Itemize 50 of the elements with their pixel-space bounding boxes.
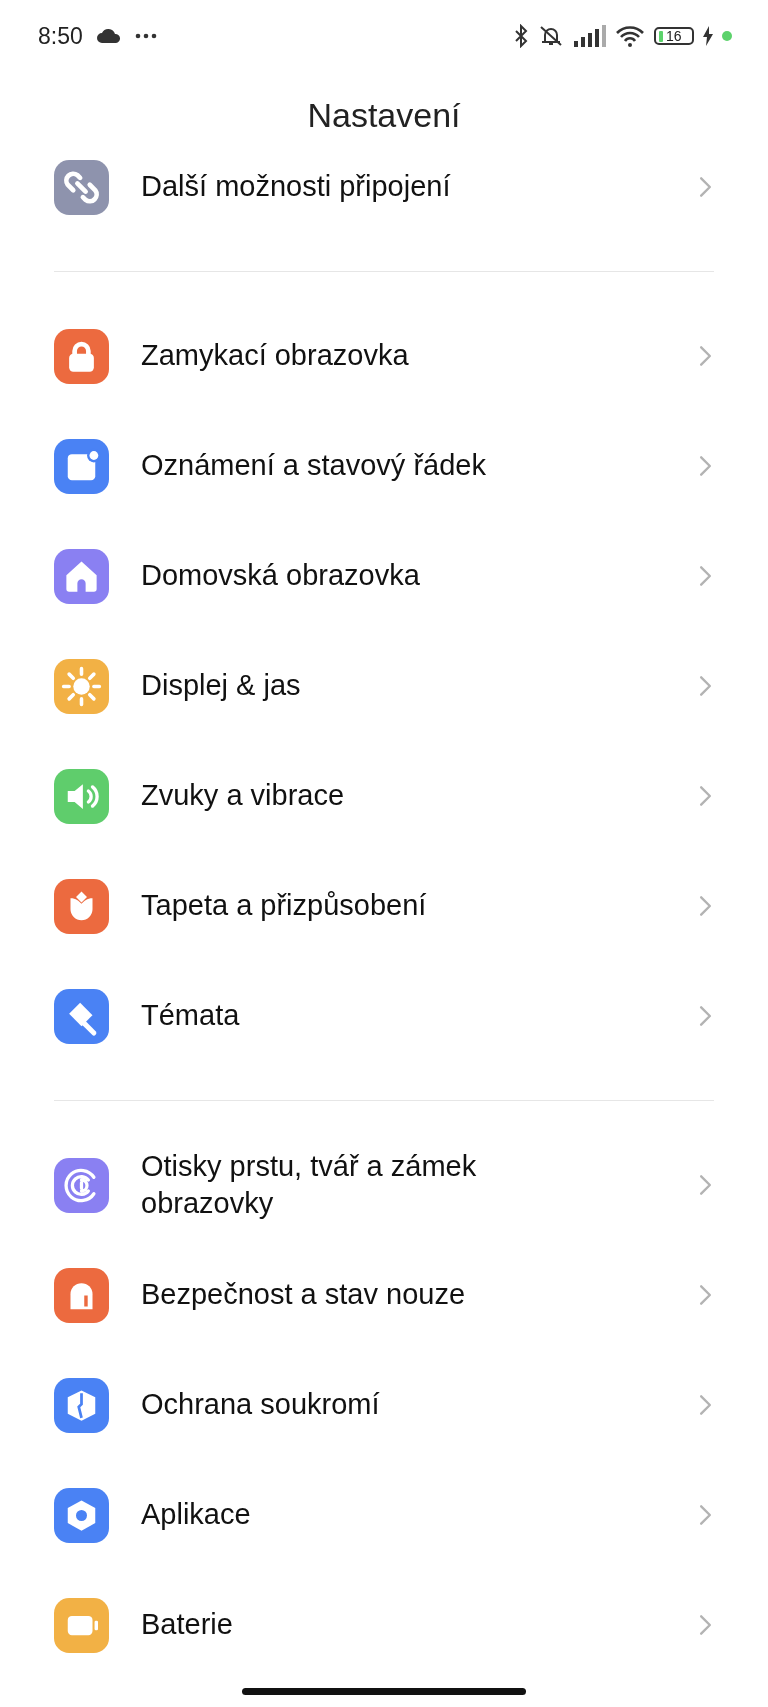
bluetooth-icon xyxy=(514,24,528,48)
item-label: Aplikace xyxy=(140,1497,252,1533)
item-label: Další možnosti připojení xyxy=(140,169,452,205)
chevron-icon xyxy=(699,1394,712,1416)
item-label: Zvuky a vibrace xyxy=(140,778,346,814)
settings-item[interactable]: Další možnosti připojení xyxy=(0,160,768,242)
chevron-icon xyxy=(699,176,712,198)
item-label: Domovská obrazovka xyxy=(140,558,421,594)
item-label: Ochrana soukromí xyxy=(140,1387,381,1423)
more-icon xyxy=(134,33,157,39)
settings-item[interactable]: Témata xyxy=(0,961,768,1071)
settings-item[interactable]: Zvuky a vibrace xyxy=(0,741,768,851)
item-label: Baterie xyxy=(140,1607,234,1643)
settings-item[interactable]: Displej & jas xyxy=(0,631,768,741)
status-dot-icon xyxy=(722,31,732,41)
settings-item[interactable]: Bezpečnost a stav nouze xyxy=(0,1240,768,1350)
battery-indicator: 16 xyxy=(654,27,694,45)
settings-item[interactable]: Otisky prstu, tvář a zámek obrazovky xyxy=(0,1130,768,1240)
item-label: Oznámení a stavový řádek xyxy=(140,448,487,484)
settings-item[interactable]: Zamykací obrazovka xyxy=(0,301,768,411)
settings-item[interactable]: Aplikace xyxy=(0,1460,768,1570)
item-label: Otisky prstu, tvář a zámek obrazovky xyxy=(140,1148,478,1221)
item-label: Tapeta a přizpůsobení xyxy=(140,888,428,924)
chevron-icon xyxy=(699,1174,712,1196)
chevron-icon xyxy=(699,785,712,807)
chevron-icon xyxy=(699,455,712,477)
home-indicator[interactable] xyxy=(242,1688,526,1695)
chevron-icon xyxy=(699,675,712,697)
charging-icon xyxy=(703,26,713,46)
chevron-icon xyxy=(699,1005,712,1027)
clock-time: 8:50 xyxy=(38,22,83,50)
settings-item[interactable]: Domovská obrazovka xyxy=(0,521,768,631)
settings-item[interactable]: Tapeta a přizpůsobení xyxy=(0,851,768,961)
chevron-icon xyxy=(699,1284,712,1306)
item-label: Bezpečnost a stav nouze xyxy=(140,1277,467,1313)
item-label: Témata xyxy=(140,998,241,1034)
settings-item[interactable]: Ochrana soukromí xyxy=(0,1350,768,1460)
chevron-icon xyxy=(699,345,712,367)
cloud-icon xyxy=(96,29,121,43)
settings-item[interactable]: Baterie xyxy=(0,1570,768,1680)
item-label: Displej & jas xyxy=(140,668,302,704)
wifi-icon xyxy=(615,25,645,47)
chevron-icon xyxy=(699,1504,712,1526)
signal-icon xyxy=(574,25,606,47)
chevron-icon xyxy=(699,1614,712,1636)
chevron-icon xyxy=(699,895,712,917)
item-label: Zamykací obrazovka xyxy=(140,338,410,374)
chevron-icon xyxy=(699,565,712,587)
settings-item[interactable]: Oznámení a stavový řádek xyxy=(0,411,768,521)
page-title: Nastavení xyxy=(306,95,462,135)
